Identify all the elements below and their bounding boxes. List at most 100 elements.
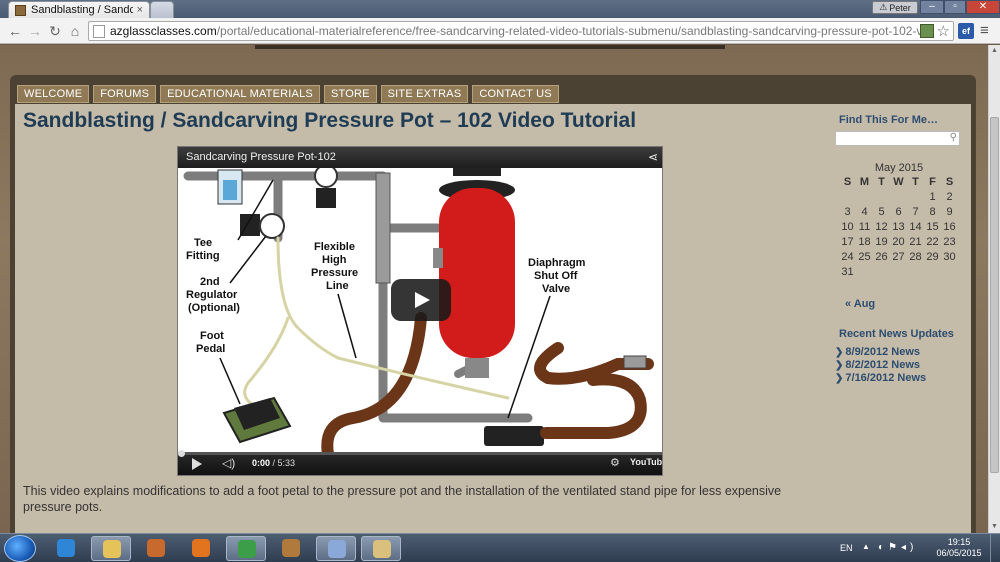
browser-toolbar: ← → ↻ ⌂ azglassclasses.com/portal/educat…	[0, 18, 1000, 44]
calendar-weekday: S	[945, 176, 954, 188]
window-minimize-button[interactable]: –	[920, 0, 944, 14]
taskbar-app-firefox[interactable]	[181, 536, 221, 561]
system-clock[interactable]: 19:15 06/05/2015	[934, 537, 984, 559]
taskbar-app-chrome[interactable]	[226, 536, 266, 561]
search-icon[interactable]: ⚲	[950, 132, 957, 143]
star-icon[interactable]: ☆	[937, 22, 950, 40]
calendar-prev-link[interactable]: « Aug	[845, 298, 875, 310]
scroll-down-icon[interactable]: ▼	[989, 521, 1000, 533]
taskbar-app-monkey-app[interactable]	[271, 536, 311, 561]
paint-icon	[373, 540, 391, 558]
nav-store[interactable]: STORE	[323, 85, 377, 103]
url-text[interactable]: azglassclasses.com/portal/educational-ma…	[110, 24, 920, 38]
calendar-day: 9	[946, 206, 953, 218]
post-title: Sandblasting / Sandcarving Pressure Pot …	[23, 109, 637, 132]
window-close-button[interactable]: ✕	[966, 0, 1000, 14]
label-reg-2: Regulator	[186, 289, 238, 301]
scroll-up-icon[interactable]: ▲	[989, 45, 1000, 57]
calendar-day: 15	[926, 221, 939, 233]
taskbar-app-paint[interactable]	[361, 536, 401, 561]
label-line-2: High	[322, 254, 347, 266]
video-play-button[interactable]	[391, 279, 451, 321]
chrome-icon	[238, 540, 256, 558]
language-indicator[interactable]: EN	[840, 543, 853, 553]
hamburger-menu-icon[interactable]: ≡	[980, 22, 989, 39]
image-extension-icon[interactable]	[919, 24, 934, 38]
news-link[interactable]: 8/9/2012 News	[845, 346, 920, 358]
share-icon[interactable]: ⋖	[648, 147, 658, 168]
calendar-day: 3	[844, 206, 851, 218]
youtube-video-player[interactable]: Sandcarving Pressure Pot-102 ⋖ Tee Fitti…	[177, 146, 663, 476]
calendar-day: 1	[929, 191, 936, 203]
new-tab-button[interactable]	[150, 1, 174, 18]
site-favicon-icon	[15, 4, 26, 16]
calendar-weekday: M	[859, 176, 870, 188]
search-input[interactable]: ⚲	[835, 131, 960, 146]
taskbar-app-firefox-alt[interactable]	[136, 536, 176, 561]
tray-expand-icon[interactable]: ▲	[862, 542, 870, 551]
tank-body	[439, 188, 515, 358]
calendar-day: 18	[858, 236, 871, 248]
news-item[interactable]: ❯ 7/16/2012 News	[835, 372, 926, 385]
calendar-blank	[873, 191, 890, 203]
nav-welcome[interactable]: WELCOME	[17, 85, 90, 103]
site-frame: WELCOME FORUMS EDUCATIONAL MATERIALS STO…	[10, 75, 976, 533]
nav-forums[interactable]: FORUMS	[93, 85, 157, 103]
tray-icons[interactable]: ◐⚑◂)	[878, 542, 917, 553]
taskbar-app-internet-explorer[interactable]	[46, 536, 86, 561]
taskbar-app-viewer[interactable]	[316, 536, 356, 561]
calendar-day: 17	[841, 236, 854, 248]
calendar-day: 29	[926, 251, 939, 263]
header-strip	[255, 45, 725, 49]
calendar-day: 30	[943, 251, 956, 263]
nav-site-extras[interactable]: SITE EXTRAS	[380, 85, 469, 103]
calendar-day: 10	[841, 221, 854, 233]
news-item[interactable]: ❯ 8/9/2012 News	[835, 346, 926, 359]
news-link[interactable]: 8/2/2012 News	[845, 359, 920, 371]
tab-close-icon[interactable]: ×	[137, 4, 143, 16]
back-arrow-icon[interactable]: ←	[6, 22, 24, 40]
sidebar: Find This For Me… ⚲ May 2015 SMTWTFS1234…	[835, 104, 965, 533]
youtube-logo[interactable]: YouTube	[630, 457, 662, 467]
forward-arrow-icon[interactable]: →	[26, 22, 44, 40]
calendar-day: 21	[909, 236, 922, 248]
calendar-day: 7	[912, 206, 919, 218]
news-list: ❯ 8/9/2012 News ❯ 8/2/2012 News ❯ 7/16/2012…	[835, 346, 926, 385]
label-pedal-2: Pedal	[196, 343, 225, 355]
blast-hose-left	[321, 312, 427, 454]
calendar-day: 31	[841, 266, 854, 278]
settings-gear-icon[interactable]: ⚙	[610, 456, 620, 469]
calendar-day: 2	[946, 191, 953, 203]
calendar-widget: May 2015 S M T W T F S 1 2 3 4 5 6 7 8 9 10 11 12 13 14 15 16 1…	[839, 162, 959, 278]
scroll-thumb[interactable]	[990, 117, 999, 473]
nav-contact-us[interactable]: CONTACT US	[472, 85, 559, 103]
regulator-top	[316, 188, 336, 208]
play-icon[interactable]	[192, 458, 202, 470]
video-controlbar: ◁) 0:00 / 5:33 ⚙ YouTube	[178, 450, 662, 475]
home-icon[interactable]: ⌂	[66, 22, 84, 40]
calendar-day: 8	[929, 206, 936, 218]
news-widget-title: Recent News Updates	[839, 328, 954, 340]
news-item[interactable]: ❯ 8/2/2012 News	[835, 359, 926, 372]
calendar-weekday: W	[893, 176, 904, 188]
calendar-day: 24	[841, 251, 854, 263]
ef-extension-icon[interactable]: ef	[958, 23, 974, 39]
video-progress-bar[interactable]	[178, 450, 662, 457]
show-desktop-button[interactable]	[990, 534, 1000, 562]
start-button[interactable]	[4, 535, 36, 562]
profile-name: Peter	[889, 2, 911, 13]
profile-badge[interactable]: ⚠ Peter	[872, 1, 918, 14]
reload-icon[interactable]: ↻	[46, 22, 64, 40]
video-title[interactable]: Sandcarving Pressure Pot-102	[186, 151, 336, 163]
window-maximize-button[interactable]: ▫	[944, 0, 966, 14]
video-scrubber[interactable]	[178, 450, 185, 457]
calendar-day: 16	[943, 221, 956, 233]
taskbar-app-file-explorer[interactable]	[91, 536, 131, 561]
browser-tab-active[interactable]: Sandblasting / Sandcarvin ×	[8, 1, 150, 18]
firefox-icon	[192, 539, 210, 557]
volume-icon[interactable]: ◁)	[222, 456, 235, 470]
nav-educational-materials[interactable]: EDUCATIONAL MATERIALS	[160, 85, 320, 103]
page-scrollbar[interactable]: ▲ ▼	[988, 45, 1000, 533]
news-link[interactable]: 7/16/2012 News	[845, 372, 926, 384]
address-bar[interactable]: azglassclasses.com/portal/educational-ma…	[88, 21, 954, 41]
